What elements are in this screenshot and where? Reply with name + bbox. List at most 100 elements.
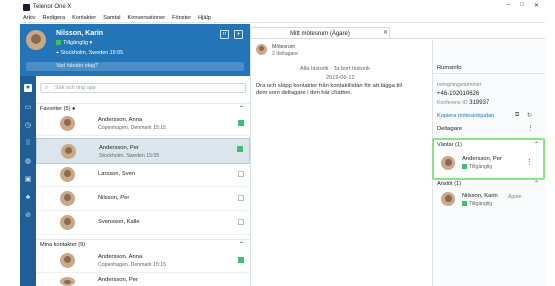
- contact-location: Copenhagen, Denmark 15:15: [98, 125, 167, 131]
- presence-icon: [237, 146, 243, 152]
- status-message-input[interactable]: Vad händer idag?: [26, 62, 244, 71]
- close-icon[interactable]: ✕: [383, 29, 388, 36]
- menu-item-kontakter[interactable]: Kontakter: [72, 15, 96, 21]
- presence-icon: [238, 120, 244, 126]
- voicemail-icon[interactable]: ▣: [24, 176, 32, 184]
- connected-header: Anslöt (1): [437, 181, 461, 187]
- participant-status-label: Tillgänglig: [469, 164, 493, 170]
- menu-item-hjalp[interactable]: Hjälp: [198, 15, 211, 21]
- contacts-icon[interactable]: ●: [24, 84, 32, 92]
- avatar: [441, 156, 455, 170]
- title-bar: Telenor One X – □ ✕: [20, 2, 545, 12]
- dialpad-icon[interactable]: ⠿: [220, 30, 229, 39]
- all-history-link[interactable]: Alla historik: [300, 66, 329, 72]
- list-item[interactable]: Andersson, Anna Copenhagen, Denmark 15:1…: [36, 113, 250, 136]
- maximize-icon[interactable]: □: [520, 2, 524, 9]
- list-item[interactable]: Svensson, Kalle: [36, 212, 250, 235]
- presence-icon: [56, 40, 61, 46]
- contact-location: Copenhagen, Denmark 15:15: [98, 262, 167, 268]
- avatar: [60, 215, 75, 230]
- chevron-up-icon[interactable]: ⌃: [534, 180, 539, 187]
- menu-item-fonster[interactable]: Fönster: [172, 15, 191, 21]
- globe-icon[interactable]: ◍: [24, 158, 32, 166]
- copy-icon[interactable]: ⧉: [515, 112, 519, 119]
- contact-name: Andersson, Per: [99, 145, 139, 151]
- avatar: [60, 253, 75, 268]
- chevron-up-icon[interactable]: ⌃: [534, 141, 539, 148]
- participant-status: Tillgänglig: [462, 164, 492, 170]
- menu-item-arkiv[interactable]: Arkiv: [23, 15, 35, 21]
- refresh-icon[interactable]: ↻: [527, 112, 532, 119]
- list-item[interactable]: Andersson, Anna Copenhagen, Denmark 15:1…: [36, 250, 250, 273]
- contact-name: Nilsson, Per: [98, 195, 130, 201]
- presence-icon: [238, 257, 244, 263]
- chat-icon[interactable]: ▭: [24, 104, 32, 112]
- profile-name: Nilsson, Karin: [56, 30, 104, 37]
- presence-icon: [462, 201, 467, 207]
- participant-status-label: Tillgänglig: [469, 201, 493, 207]
- avatar: [60, 191, 75, 206]
- presence-selector[interactable]: Tillgänglig ▾: [56, 40, 92, 46]
- dialpad-nav-icon[interactable]: ⠿: [24, 140, 32, 148]
- menu-item-samtal[interactable]: Samtal: [103, 15, 120, 21]
- room-name: Mötesrum: [272, 44, 296, 50]
- contact-name: Andersson, Anna: [98, 117, 143, 123]
- presence-icon: [238, 195, 244, 201]
- minimize-icon[interactable]: –: [507, 2, 510, 9]
- history-links: Alla historik · Ta bort historik: [300, 66, 370, 72]
- participant-name: Andersson, Per: [462, 156, 502, 162]
- presence-icon: [238, 171, 244, 177]
- status-placeholder: Vad händer idag?: [56, 63, 99, 69]
- history-icon[interactable]: ◷: [24, 122, 32, 130]
- list-item[interactable]: Larsson, Sven: [36, 164, 250, 187]
- location-text: ⌖ Stockholm, Sweden 15:05: [56, 50, 124, 56]
- contact-name: Larsson, Sven: [98, 171, 136, 177]
- search-icon: ⌕: [45, 85, 49, 91]
- search-placeholder: Sök och ring upp: [55, 85, 96, 91]
- conference-id: Konferens-ID 319937: [437, 100, 489, 106]
- list-item[interactable]: Andersson, Per Stockholm, Sweden 15:05: [36, 138, 250, 164]
- participant-name: Nilsson, Karin: [462, 193, 498, 199]
- avatar: [60, 116, 75, 131]
- participant-row-connected[interactable]: Nilsson, Karin Ägare Tillgänglig: [432, 189, 545, 211]
- close-icon[interactable]: ✕: [534, 2, 539, 9]
- conference-id-label: Konferens-ID: [437, 100, 468, 106]
- dialin-number: +46-102010626: [437, 91, 480, 97]
- list-item[interactable]: Nilsson, Per: [36, 188, 250, 211]
- system-message: Dra och släpp kontakter från kontaktlist…: [256, 83, 402, 96]
- group-header-favorites[interactable]: Favoriter (5) ● ⌃: [36, 103, 250, 113]
- menu-bar: Arkiv Redigera Kontakter Samtal Konversa…: [20, 13, 545, 23]
- room-info-title: Rumsinfo: [437, 65, 462, 71]
- clear-history-link[interactable]: Ta bort historik: [334, 66, 370, 72]
- conference-id-value: 319937: [469, 100, 490, 106]
- chevron-up-icon[interactable]: ⌃: [239, 240, 244, 250]
- list-item[interactable]: Andersson, Per: [36, 274, 250, 286]
- copy-invite-link[interactable]: Kopiera mötesinbjudan: [437, 113, 494, 119]
- contact-name: Andersson, Per: [98, 277, 138, 283]
- more-options-icon[interactable]: ⋮: [527, 124, 534, 132]
- menu-item-konversationer[interactable]: Konversationer: [128, 15, 166, 21]
- app-logo: [23, 3, 30, 11]
- nav-rail: ● ▭ ◷ ⠿ ◍ ▣ ♣ ⊘: [20, 76, 36, 286]
- avatar: [441, 192, 455, 206]
- message-date: 2019-06-12: [326, 75, 355, 81]
- avatar[interactable]: [26, 30, 46, 50]
- avatar: [60, 167, 75, 182]
- dialin-label: Inringningsnummer: [437, 82, 482, 88]
- group-label: Mina kontakter (9): [40, 242, 86, 248]
- search-input[interactable]: ⌕ Sök och ring upp: [40, 83, 246, 93]
- participants-title: Deltagare: [437, 126, 463, 132]
- menu-item-redigera[interactable]: Redigera: [42, 15, 65, 21]
- participant-row-waiting[interactable]: Andersson, Per Tillgänglig ⋮: [432, 151, 545, 177]
- location-label: Stockholm, Sweden 15:05: [60, 50, 124, 56]
- avatar: [61, 144, 76, 159]
- chat-pane: [250, 24, 432, 286]
- tab-label: Mitt mötesrum (Ägare): [290, 31, 350, 37]
- conference-icon[interactable]: ♣: [24, 194, 32, 202]
- add-icon[interactable]: +: [234, 30, 243, 39]
- group-header-my-contacts[interactable]: Mina kontakter (9) ⌃: [36, 239, 250, 249]
- link-icon[interactable]: ⊘: [24, 212, 32, 220]
- window-title: Telenor One X: [33, 4, 72, 10]
- more-options-icon[interactable]: ⋮: [526, 158, 533, 166]
- room-participant-count: 2 deltagare: [272, 51, 298, 57]
